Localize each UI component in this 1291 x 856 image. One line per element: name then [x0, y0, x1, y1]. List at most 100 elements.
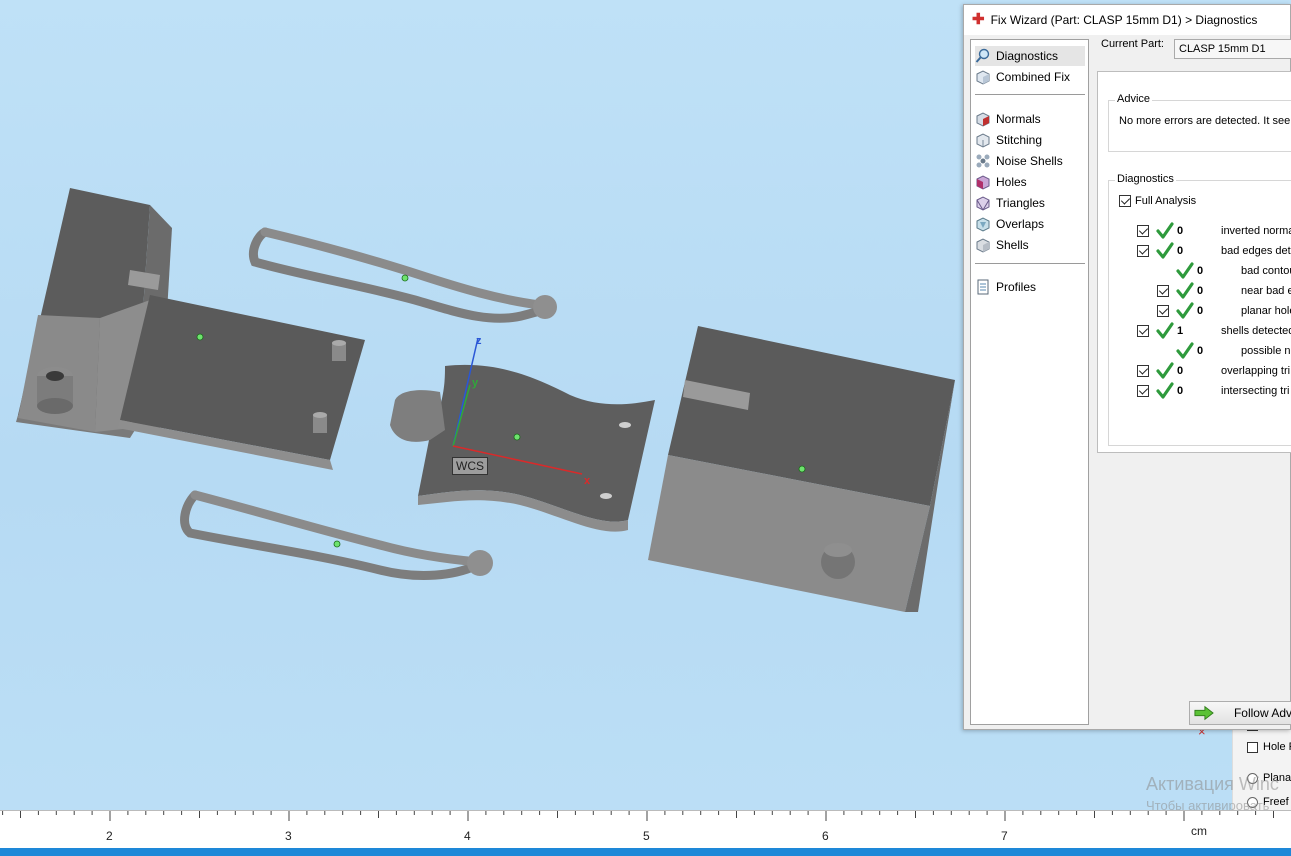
- diagnostic-checkbox[interactable]: [1137, 245, 1149, 257]
- hole-checkbox[interactable]: [1247, 741, 1258, 753]
- nav-item-normals[interactable]: Normals: [975, 109, 1085, 129]
- diagnostic-count: 0: [1177, 385, 1184, 397]
- red-cross-icon: ✚: [972, 11, 985, 28]
- diagnostic-checkbox[interactable]: [1137, 325, 1149, 337]
- diagnostic-label: bad edges det: [1221, 245, 1291, 257]
- ok-check-icon: [1176, 302, 1194, 319]
- noise-shells-icon: [976, 154, 990, 168]
- nav-item-diagnostics[interactable]: Diagnostics: [975, 46, 1085, 66]
- triangles-icon: [976, 196, 990, 211]
- cube-fix-icon: [976, 70, 990, 85]
- diagnostic-checkbox[interactable]: [1157, 305, 1169, 317]
- diagnostic-count: 0: [1177, 245, 1184, 257]
- nav-item-combined-fix[interactable]: Combined Fix: [975, 67, 1085, 87]
- diagnostic-label: possible no: [1241, 345, 1291, 357]
- ok-check-icon: [1156, 322, 1174, 339]
- hole-label: Hole F: [1263, 741, 1291, 753]
- bottom-spring-clip[interactable]: [180, 490, 493, 581]
- right-part[interactable]: [648, 326, 955, 612]
- diagnostic-checkbox[interactable]: [1157, 285, 1169, 297]
- activation-watermark: Активация Winc: [1146, 774, 1279, 794]
- stitching-icon: [976, 133, 990, 148]
- nav-separator: [975, 263, 1085, 264]
- nav-label: Profiles: [996, 280, 1037, 294]
- diagnostic-label: near bad e: [1241, 285, 1291, 297]
- full-analysis-label: Full Analysis: [1135, 195, 1197, 207]
- nav-item-stitching[interactable]: Stitching: [975, 130, 1085, 150]
- diagnostic-row: 0 bad contou: [1109, 261, 1291, 281]
- nav-item-holes[interactable]: Holes: [975, 172, 1085, 192]
- diagnostic-label: inverted norma: [1221, 225, 1291, 237]
- diagnostic-row: 0 possible no: [1109, 341, 1291, 361]
- nav-item-triangles[interactable]: Triangles: [975, 193, 1085, 213]
- diagnostics-content: Advice No more errors are detected. It s…: [1097, 71, 1291, 453]
- ok-check-icon: [1176, 262, 1194, 279]
- ruler-label-4: 4: [464, 829, 471, 843]
- diagnostic-label: overlapping tri: [1221, 365, 1291, 377]
- ok-check-icon: [1156, 382, 1174, 399]
- nav-item-noise-shells[interactable]: Noise Shells: [975, 151, 1085, 171]
- ruler-label-5: 5: [643, 829, 650, 843]
- ok-check-icon: [1176, 342, 1194, 359]
- diagnostic-row: 0 intersecting tri: [1109, 381, 1291, 401]
- nav-label: Triangles: [996, 196, 1045, 210]
- ok-check-icon: [1156, 362, 1174, 379]
- axis-z-label: z: [476, 335, 482, 347]
- follow-advice-label: Follow Adv: [1233, 706, 1291, 720]
- nav-item-shells[interactable]: Shells: [975, 235, 1085, 255]
- overlaps-icon: [976, 217, 990, 232]
- nav-label: Noise Shells: [996, 154, 1063, 168]
- diagnostic-row: 0 planar hole: [1109, 301, 1291, 321]
- ruler-label-7: 7: [1001, 829, 1008, 843]
- axis-y-label: y: [472, 377, 479, 389]
- ok-check-icon: [1156, 242, 1174, 259]
- diagnostic-label: bad contou: [1241, 265, 1291, 277]
- nav-label: Holes: [996, 175, 1027, 189]
- nav-label: Normals: [996, 112, 1041, 126]
- diagnostic-count: 0: [1197, 265, 1204, 277]
- advice-text: No more errors are detected. It see: [1119, 115, 1291, 127]
- diagnostic-checkbox[interactable]: [1137, 365, 1149, 377]
- diagnostic-checkbox[interactable]: [1137, 225, 1149, 237]
- nav-label: Overlaps: [996, 217, 1045, 231]
- diagnostics-title: Diagnostics: [1115, 173, 1176, 185]
- full-analysis-checkbox[interactable]: [1119, 195, 1131, 207]
- magnifier-icon: [975, 48, 990, 63]
- green-arrow-icon: [1194, 705, 1214, 721]
- diagnostic-checkbox[interactable]: [1137, 385, 1149, 397]
- advice-title: Advice: [1115, 93, 1153, 105]
- window-title: Fix Wizard (Part: CLASP 15mm D1) > Diagn…: [990, 13, 1258, 27]
- left-part[interactable]: [16, 188, 365, 470]
- nav-item-overlaps[interactable]: Overlaps: [975, 214, 1085, 234]
- diagnostic-count: 0: [1197, 285, 1204, 297]
- ruler-label-6: 6: [822, 829, 829, 843]
- diagnostic-label: shells detected: [1221, 325, 1291, 337]
- diagnostic-row: 0 overlapping tri: [1109, 361, 1291, 381]
- normals-cube-icon: [976, 112, 990, 127]
- follow-advice-button[interactable]: Follow Adv: [1189, 701, 1291, 725]
- diagnostic-row: 0 bad edges det: [1109, 241, 1291, 261]
- diagnostic-row: 0 near bad e: [1109, 281, 1291, 301]
- ruler: 2 3 4 5 6 7 cm: [0, 810, 1291, 848]
- nav-separator: [975, 94, 1085, 95]
- diagnostic-count: 0: [1197, 305, 1204, 317]
- titlebar[interactable]: ✚ Fix Wizard (Part: CLASP 15mm D1) > Dia…: [964, 5, 1290, 35]
- ok-check-icon: [1156, 222, 1174, 239]
- top-spring-clip[interactable]: [248, 227, 557, 323]
- ruler-label-2: 2: [106, 829, 113, 843]
- nav-label: Stitching: [996, 133, 1043, 147]
- diagnostic-label: planar hole: [1241, 305, 1291, 317]
- wcs-label: WCS: [452, 457, 488, 475]
- document-icon: [977, 279, 989, 295]
- current-part-label: Current Part:: [1101, 38, 1164, 50]
- advice-group: Advice No more errors are detected. It s…: [1108, 93, 1291, 152]
- current-part-field[interactable]: CLASP 15mm D1: [1174, 39, 1291, 59]
- diagnostic-count: 0: [1177, 365, 1184, 377]
- taskbar: [0, 848, 1291, 856]
- full-analysis-option[interactable]: Full Analysis: [1119, 195, 1196, 207]
- fix-wizard-window: ✚ Fix Wizard (Part: CLASP 15mm D1) > Dia…: [963, 4, 1291, 730]
- diagnostic-count: 1: [1177, 325, 1184, 337]
- middle-plate[interactable]: [390, 364, 655, 532]
- nav-label: Combined Fix: [996, 70, 1071, 84]
- nav-item-profiles[interactable]: Profiles: [975, 277, 1085, 297]
